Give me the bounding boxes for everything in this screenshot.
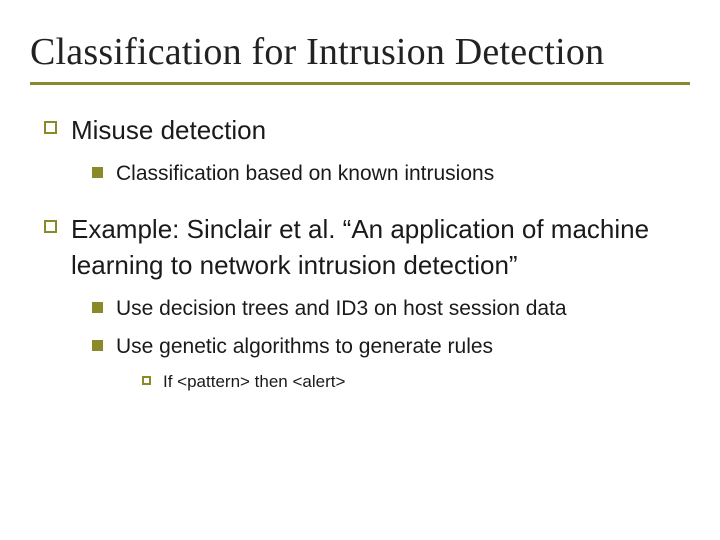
bullet-square-solid-icon xyxy=(92,302,103,313)
bullet-level1: Example: Sinclair et al. “An application… xyxy=(44,212,690,282)
bullet-level2: Use genetic algorithms to generate rules xyxy=(92,333,690,361)
bullet-square-outline-icon xyxy=(44,121,57,134)
bullet-square-outline-icon xyxy=(44,220,57,233)
spacer xyxy=(30,198,690,212)
slide-title: Classification for Intrusion Detection xyxy=(30,30,690,74)
bullet-level2: Use decision trees and ID3 on host sessi… xyxy=(92,295,690,323)
bullet-level1: Misuse detection xyxy=(44,113,690,148)
bullet-text: Example: Sinclair et al. “An application… xyxy=(71,212,690,282)
bullet-text: Misuse detection xyxy=(71,113,690,148)
bullet-square-solid-icon xyxy=(92,340,103,351)
bullet-text: Use decision trees and ID3 on host sessi… xyxy=(116,295,690,323)
bullet-text: If <pattern> then <alert> xyxy=(163,371,690,394)
bullet-square-solid-icon xyxy=(92,167,103,178)
bullet-level3: If <pattern> then <alert> xyxy=(142,371,690,394)
bullet-text: Classification based on known intrusions xyxy=(116,160,690,188)
title-underline xyxy=(30,82,690,85)
bullet-square-outline-icon xyxy=(142,376,151,385)
bullet-level2: Classification based on known intrusions xyxy=(92,160,690,188)
slide: Classification for Intrusion Detection M… xyxy=(0,0,720,540)
bullet-text: Use genetic algorithms to generate rules xyxy=(116,333,690,361)
